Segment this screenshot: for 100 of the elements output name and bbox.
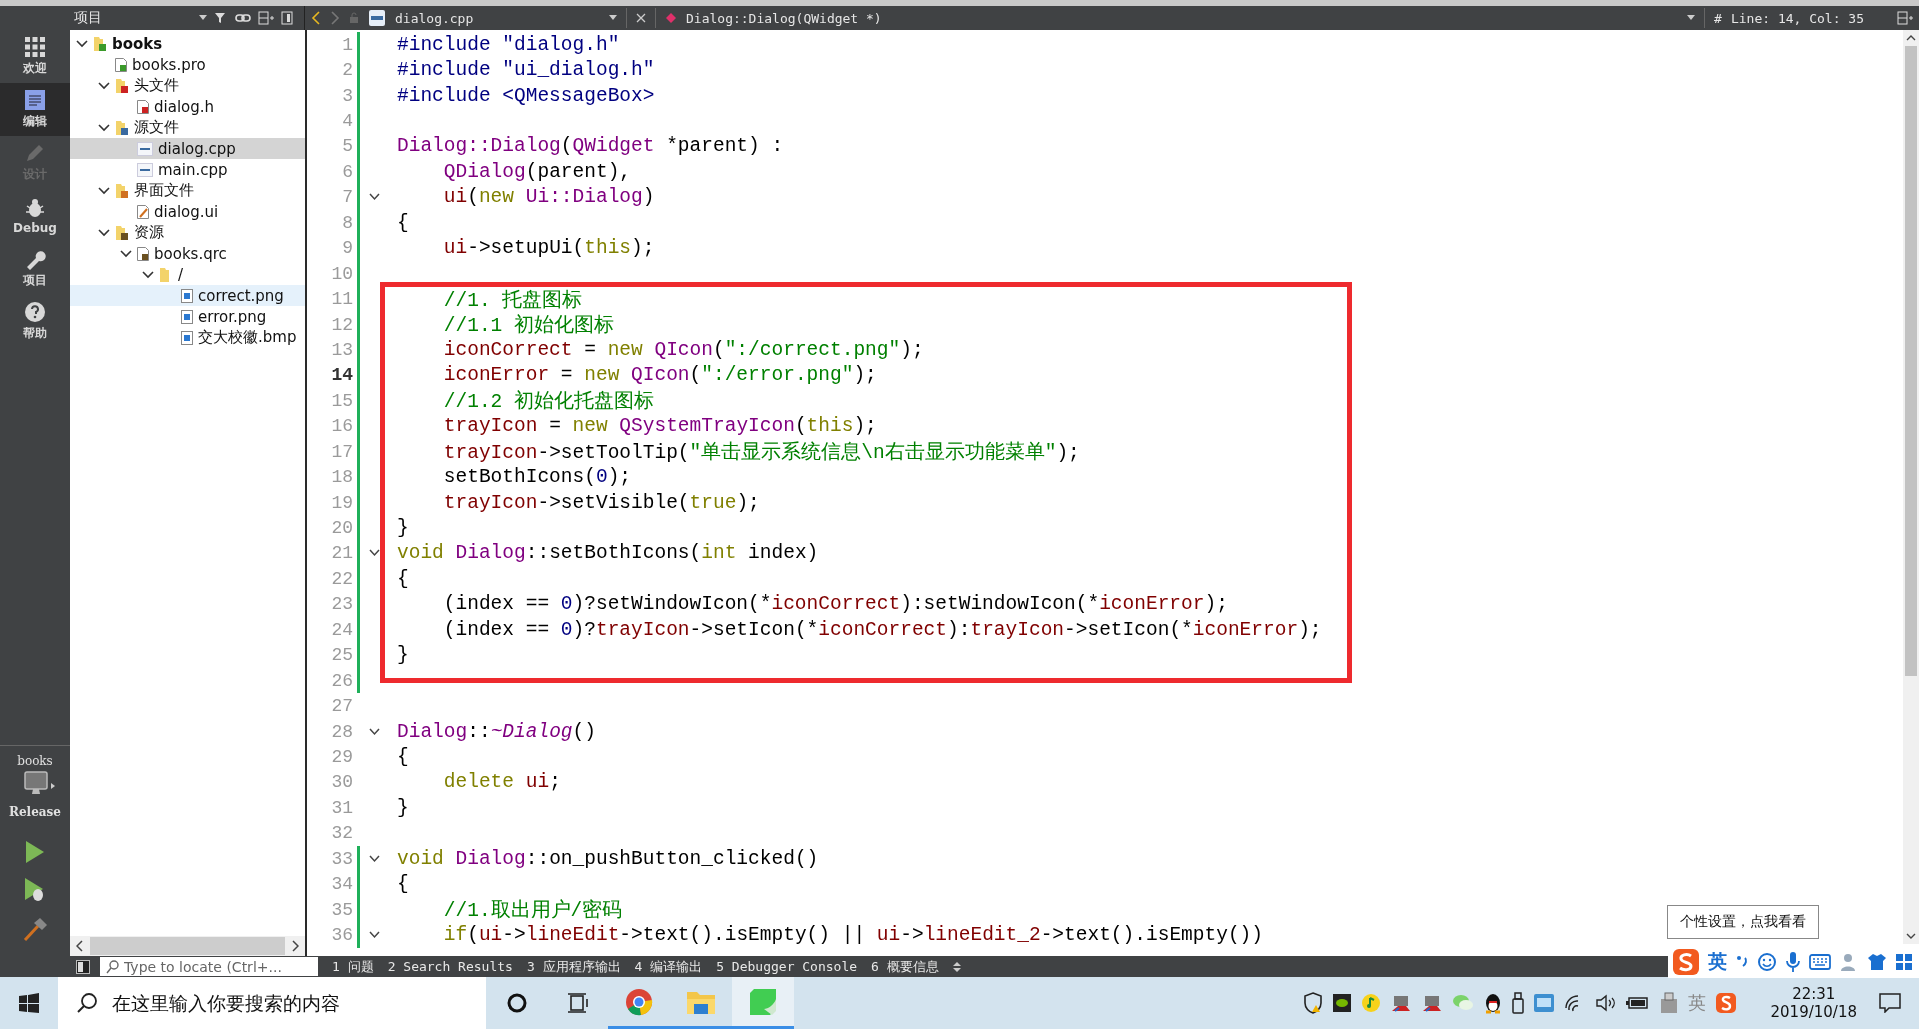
fold-icon[interactable]: [368, 549, 380, 558]
code-line: #include "dialog.h": [397, 33, 620, 56]
tree-item[interactable]: books: [70, 33, 305, 54]
shield-icon[interactable]: [1302, 992, 1323, 1014]
chevron-icon[interactable]: [120, 247, 132, 260]
line-number: 20: [330, 518, 353, 539]
taskbar-search-field[interactable]: 在这里输入你要搜索的内容: [58, 977, 486, 1029]
output-tab[interactable]: 3 应用程序输出: [526, 957, 621, 976]
tree-item[interactable]: books.pro: [70, 54, 305, 75]
output-tab[interactable]: 6 概要信息: [871, 957, 939, 976]
ime-mode[interactable]: 英: [1708, 949, 1727, 975]
windows-icon[interactable]: [19, 993, 39, 1013]
scroll-up-icon[interactable]: [1906, 34, 1916, 42]
dropdown-icon[interactable]: [1687, 15, 1696, 21]
clock[interactable]: 22:31 2019/10/18: [1770, 985, 1857, 1021]
tree-item[interactable]: 交大校徽.bmp: [70, 327, 305, 348]
hammer-icon[interactable]: [22, 916, 48, 942]
horizontal-scrollbar[interactable]: [70, 936, 305, 956]
tree-item[interactable]: dialog.h: [70, 96, 305, 117]
printer-icon[interactable]: [1658, 992, 1679, 1014]
chevron-icon[interactable]: [98, 121, 110, 134]
filter-icon[interactable]: [214, 11, 228, 25]
split-icon[interactable]: [258, 11, 274, 25]
chevron-icon[interactable]: [98, 184, 110, 197]
symbol-icon: [665, 12, 677, 24]
ime-logo-icon[interactable]: [1714, 992, 1737, 1014]
line-number: 5: [341, 136, 353, 157]
symbol-selector[interactable]: Dialog::Dialog(QWidget *): [686, 10, 882, 26]
fold-icon[interactable]: [368, 854, 380, 863]
tree-item[interactable]: main.cpp: [70, 159, 305, 180]
tree-item[interactable]: 源文件: [70, 117, 305, 138]
mode-button[interactable]: 编辑: [0, 83, 70, 136]
line-number: 23: [330, 594, 353, 615]
usb-drive-icon[interactable]: [1511, 992, 1524, 1014]
line-number: 1: [341, 34, 353, 55]
volume-icon[interactable]: [1594, 994, 1617, 1012]
chevron-icon[interactable]: [142, 268, 154, 281]
line-number: 16: [330, 416, 353, 437]
notification-icon[interactable]: [1879, 993, 1901, 1013]
ime-logo-icon[interactable]: [1672, 948, 1700, 976]
tree-item[interactable]: 资源: [70, 222, 305, 243]
task-view-icon[interactable]: [566, 992, 590, 1014]
keyboard-icon[interactable]: [1809, 954, 1831, 970]
up-down-icon[interactable]: [952, 960, 961, 973]
microphone-icon[interactable]: [1785, 951, 1801, 973]
scroll-left-icon[interactable]: [76, 940, 84, 952]
mode-button[interactable]: Debug: [0, 189, 70, 242]
scroll-down-icon[interactable]: [1906, 932, 1916, 940]
dropdown-icon[interactable]: [609, 15, 617, 21]
chevron-icon[interactable]: [98, 226, 110, 239]
chevron-icon[interactable]: [76, 37, 88, 50]
locate-field[interactable]: Type to locate (Ctrl+...: [100, 957, 318, 976]
image-file-icon: [181, 309, 193, 324]
close-icon[interactable]: [636, 13, 646, 23]
tree-item[interactable]: 头文件: [70, 75, 305, 96]
tree-item[interactable]: correct.png: [70, 285, 305, 306]
tree-item[interactable]: dialog.ui: [70, 201, 305, 222]
sidebar-toggle-icon[interactable]: [76, 959, 90, 974]
grid-icon[interactable]: [1895, 953, 1913, 971]
shirt-icon[interactable]: [1867, 953, 1887, 971]
output-tab[interactable]: 5 Debugger Console: [716, 959, 858, 974]
link-icon[interactable]: [235, 12, 251, 24]
gpu-icon[interactable]: [1331, 993, 1352, 1013]
dropdown-icon[interactable]: [199, 15, 207, 21]
chevron-icon[interactable]: [98, 79, 110, 92]
output-tab[interactable]: 4 编译输出: [634, 957, 703, 976]
back-icon[interactable]: [311, 11, 321, 25]
output-tab[interactable]: 1 问题: [332, 957, 374, 976]
smiley-icon[interactable]: [1757, 952, 1777, 972]
mode-button[interactable]: 项目: [0, 242, 70, 295]
battery-icon[interactable]: [1625, 996, 1650, 1010]
mode-button[interactable]: 欢迎: [0, 30, 70, 83]
display-icon[interactable]: [1532, 993, 1555, 1013]
mode-button[interactable]: 帮助: [0, 295, 70, 348]
tree-item[interactable]: 界面文件: [70, 180, 305, 201]
ime-toolbar[interactable]: 英: [1668, 946, 1919, 978]
cpp-file-icon: [368, 9, 386, 27]
output-tab[interactable]: 2 Search Results: [387, 959, 513, 974]
close-sidebar-icon[interactable]: [281, 11, 293, 25]
code-line: ui(new Ui::Dialog): [442, 186, 655, 209]
cortana-icon[interactable]: [506, 992, 528, 1014]
tree-item[interactable]: /: [70, 264, 305, 285]
taskbar-app[interactable]: [732, 977, 794, 1029]
tree-item[interactable]: error.png: [70, 306, 305, 327]
cursor-position[interactable]: Line: 14, Col: 35: [1730, 10, 1864, 26]
panel-title: 项目: [74, 9, 102, 27]
fold-icon[interactable]: [368, 193, 380, 202]
scroll-right-icon[interactable]: [291, 940, 299, 952]
tree-item[interactable]: books.qrc: [70, 243, 305, 264]
image-file-icon: [181, 330, 193, 345]
encoding-label[interactable]: #: [1714, 10, 1722, 26]
split-icon[interactable]: [1897, 11, 1913, 25]
vertical-scrollbar[interactable]: [1903, 30, 1919, 944]
tree-item[interactable]: dialog.cpp: [70, 138, 305, 159]
fold-icon[interactable]: [368, 931, 380, 940]
run-icon[interactable]: [24, 840, 46, 864]
music-icon[interactable]: [1360, 993, 1381, 1013]
file-selector[interactable]: dialog.cpp: [395, 10, 600, 26]
fold-icon[interactable]: [368, 727, 380, 736]
code-line: (index == 0)?trayIcon->setIcon(*iconCorrect):trayIcon->setIcon(*iconError);: [442, 618, 1322, 641]
